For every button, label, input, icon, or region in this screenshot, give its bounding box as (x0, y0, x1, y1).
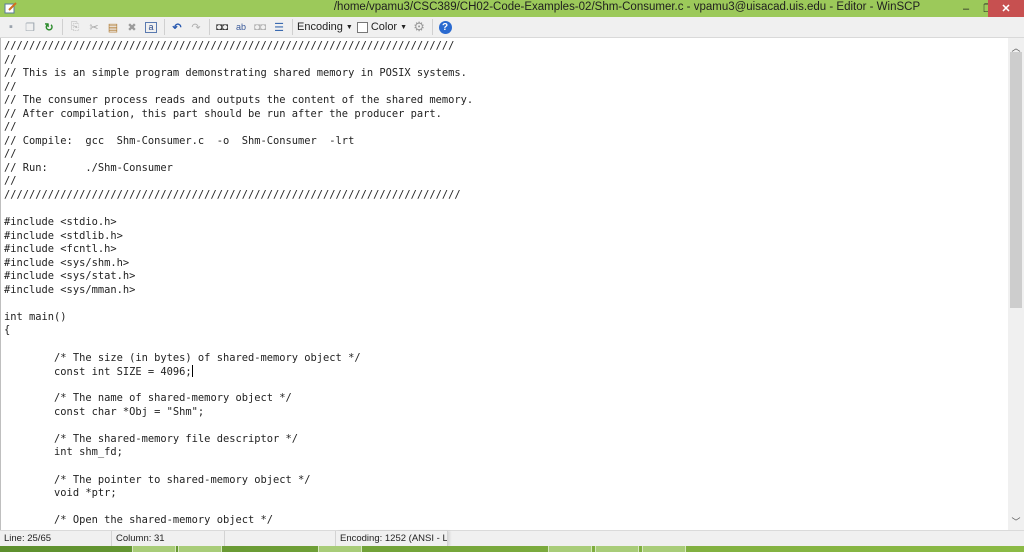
find-icon[interactable]: ◘◘ (214, 19, 230, 35)
undo-icon[interactable]: ↶ (169, 19, 185, 35)
code-line[interactable]: const int SIZE = 4096; (4, 365, 473, 379)
code-line[interactable]: /* The pointer to shared-memory object *… (4, 474, 473, 488)
status-empty (225, 531, 336, 546)
code-line[interactable]: // Run: ./Shm-Consumer (4, 162, 473, 176)
code-line[interactable]: int main() (4, 311, 473, 325)
reload-icon[interactable]: ↻ (41, 19, 57, 35)
select-all-icon[interactable]: a (143, 19, 159, 35)
help-glyph: ? (438, 20, 452, 34)
chevron-down-icon: ▼ (400, 23, 408, 31)
code-line[interactable] (4, 460, 473, 474)
help-icon[interactable]: ? (437, 19, 453, 35)
code-text[interactable]: ////////////////////////////////////////… (4, 40, 473, 530)
code-line[interactable] (4, 419, 473, 433)
delete-icon[interactable]: ✖ (124, 19, 140, 35)
code-line[interactable]: ////////////////////////////////////////… (4, 189, 473, 203)
taskbar-item[interactable] (642, 546, 686, 552)
paste-icon[interactable]: ▤ (105, 19, 121, 35)
scroll-down-icon[interactable]: ﹀ (1008, 514, 1024, 528)
code-line[interactable]: int shm_fd; (4, 446, 473, 460)
code-line[interactable]: // (4, 81, 473, 95)
status-line: Line: 25/65 (0, 531, 112, 546)
minimize-button[interactable]: – (951, 0, 981, 17)
taskbar (0, 546, 1024, 552)
code-line[interactable]: #include <stdio.h> (4, 216, 473, 230)
taskbar-item[interactable] (132, 546, 176, 552)
color-label: Color (370, 21, 398, 33)
code-line[interactable]: // (4, 148, 473, 162)
taskbar-item[interactable] (318, 546, 362, 552)
code-line[interactable]: { (4, 324, 473, 338)
code-line[interactable] (4, 203, 473, 217)
code-line[interactable]: /* The size (in bytes) of shared-memory … (4, 352, 473, 366)
copy-icon[interactable]: ⎘ (67, 19, 83, 35)
toolbar-separator (164, 19, 165, 35)
code-line[interactable] (4, 338, 473, 352)
taskbar-item[interactable] (595, 546, 639, 552)
editor-toolbar: ▪ ❐ ↻ ⎘ ✂ ▤ ✖ a ↶ ↷ ◘◘ ab ◘◘ ☰ Encoding ▼… (0, 17, 1024, 38)
settings-icon[interactable]: ⚙ (411, 19, 427, 35)
close-button[interactable]: ✕ (988, 0, 1024, 17)
status-encoding: Encoding: 1252 (ANSI - La (336, 531, 448, 546)
code-line[interactable]: /* The shared-memory file descriptor */ (4, 433, 473, 447)
encoding-label: Encoding (297, 21, 343, 33)
code-line[interactable] (4, 501, 473, 515)
taskbar-item[interactable] (548, 546, 592, 552)
toolbar-separator (292, 19, 293, 35)
code-line[interactable]: #include <sys/shm.h> (4, 257, 473, 271)
save-icon[interactable]: ▪ (3, 19, 19, 35)
save-all-icon[interactable]: ❐ (22, 19, 38, 35)
find-next-icon[interactable]: ◘◘ (252, 19, 268, 35)
chevron-down-icon: ▼ (345, 23, 353, 31)
goto-line-icon[interactable]: ☰ (271, 19, 287, 35)
code-line[interactable]: // This is an simple program demonstrati… (4, 67, 473, 81)
code-line[interactable]: /* Open the shared-memory object */ (4, 514, 473, 528)
code-line[interactable]: #include <stdlib.h> (4, 230, 473, 244)
status-column: Column: 31 (112, 531, 225, 546)
code-line[interactable]: const char *Obj = "Shm"; (4, 406, 473, 420)
replace-icon[interactable]: ab (233, 19, 249, 35)
status-bar: Line: 25/65 Column: 31 Encoding: 1252 (A… (0, 530, 1024, 547)
vertical-scrollbar[interactable]: ︿ ﹀ (1008, 38, 1024, 530)
code-line[interactable]: // After compilation, this part should b… (4, 108, 473, 122)
scrollbar-thumb[interactable] (1010, 52, 1022, 308)
code-line[interactable]: #include <fcntl.h> (4, 243, 473, 257)
code-line[interactable]: #include <sys/mman.h> (4, 284, 473, 298)
code-line[interactable] (4, 379, 473, 393)
code-line[interactable]: /* The name of shared-memory object */ (4, 392, 473, 406)
toolbar-separator (432, 19, 434, 35)
code-line[interactable]: // The consumer process reads and output… (4, 94, 473, 108)
code-line[interactable]: // Compile: gcc Shm-Consumer.c -o Shm-Co… (4, 135, 473, 149)
cut-icon[interactable]: ✂ (86, 19, 102, 35)
taskbar-item[interactable] (178, 546, 222, 552)
code-line[interactable]: void *ptr; (4, 487, 473, 501)
window-title: /home/vpamu3/CSC389/CH02-Code-Examples-0… (333, 1, 921, 13)
code-editor[interactable]: ////////////////////////////////////////… (0, 38, 1008, 530)
toolbar-separator (62, 19, 63, 35)
title-bar: /home/vpamu3/CSC389/CH02-Code-Examples-0… (0, 0, 1024, 17)
code-line[interactable]: ////////////////////////////////////////… (4, 40, 473, 54)
color-dropdown[interactable]: Color ▼ (371, 21, 407, 33)
code-line[interactable]: // (4, 121, 473, 135)
code-line[interactable]: // (4, 175, 473, 189)
code-line[interactable]: // (4, 54, 473, 68)
code-line[interactable] (4, 297, 473, 311)
encoding-dropdown[interactable]: Encoding ▼ (297, 21, 353, 33)
code-line[interactable]: #include <sys/stat.h> (4, 270, 473, 284)
redo-icon[interactable]: ↷ (188, 19, 204, 35)
text-cursor (191, 365, 193, 378)
color-checkbox[interactable] (356, 21, 368, 33)
toolbar-separator (209, 19, 210, 35)
